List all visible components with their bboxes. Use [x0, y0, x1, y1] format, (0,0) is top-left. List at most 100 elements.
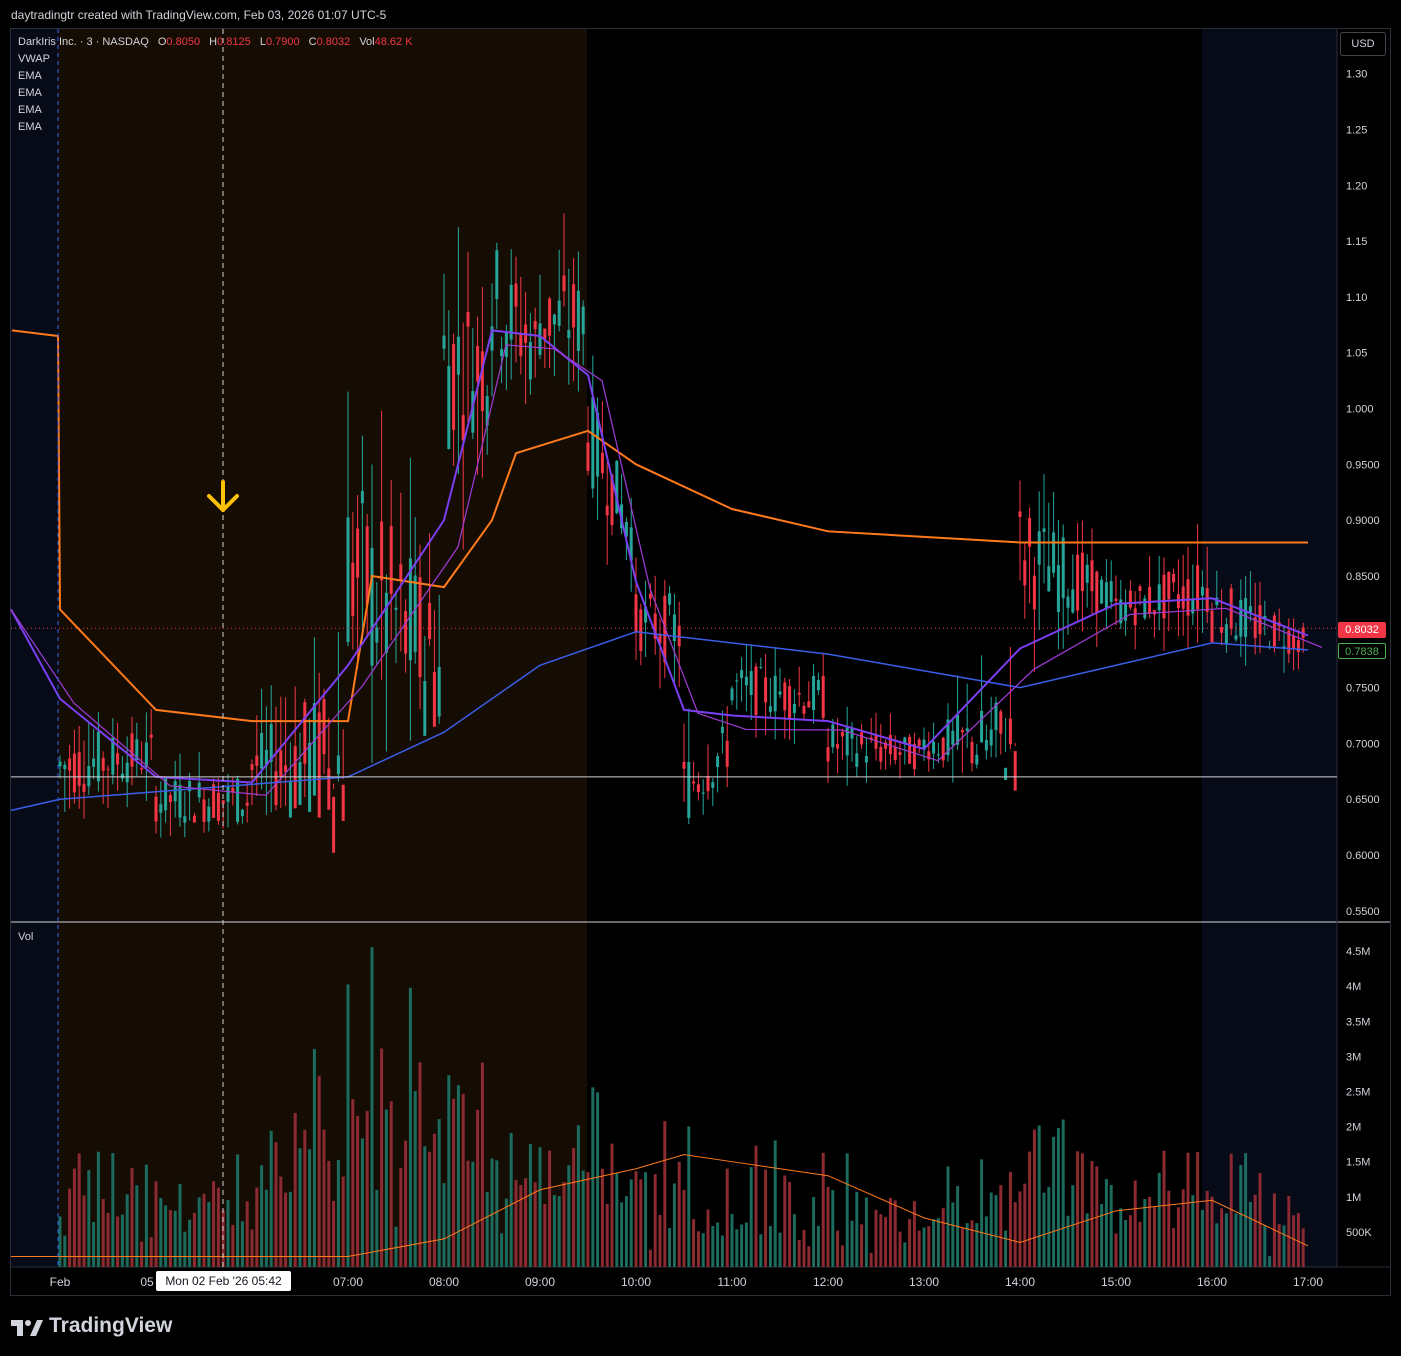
volume-bar — [356, 1115, 360, 1267]
candle-body — [140, 768, 144, 770]
volume-bar — [96, 1151, 100, 1267]
volume-bar — [1191, 1195, 1195, 1267]
volume-bar — [860, 1224, 864, 1267]
candle-body — [389, 525, 393, 594]
volume-bar — [1004, 1230, 1008, 1267]
volume-bar — [764, 1169, 768, 1267]
open-value: 0.8050 — [166, 36, 201, 48]
candle-body — [716, 756, 720, 767]
candle-body — [173, 781, 177, 802]
volume-bar — [236, 1154, 240, 1267]
price-tick-label: 1.25 — [1346, 124, 1367, 136]
volume-bar — [432, 1133, 436, 1267]
volume-bar — [178, 1183, 182, 1267]
volume-bar — [975, 1223, 979, 1267]
volume-bar — [1119, 1208, 1123, 1267]
volume-bar — [1152, 1206, 1156, 1267]
volume-bar — [255, 1187, 259, 1267]
symbol-label[interactable]: DarkIris Inc. · 3 · NASDAQ — [18, 36, 149, 48]
volume-tick-label: 4M — [1346, 981, 1361, 993]
price-tick-label: 1.20 — [1346, 180, 1367, 192]
indicator-vwap[interactable]: VWAP — [18, 51, 413, 68]
volume-bar — [384, 1109, 388, 1267]
volume-bar — [250, 1229, 254, 1267]
currency-button[interactable]: USD — [1340, 32, 1386, 56]
candle-body — [332, 796, 336, 853]
volume-bar — [471, 1161, 475, 1267]
candle-body — [783, 682, 787, 711]
close-label: C — [308, 36, 317, 48]
candle-body — [1181, 586, 1185, 609]
candle-body — [802, 705, 806, 714]
volume-bar — [941, 1208, 945, 1267]
candle-body — [245, 802, 249, 806]
candle-body — [312, 703, 316, 796]
candle-body — [346, 517, 350, 642]
volume-bar — [557, 1196, 561, 1267]
candle-body — [1239, 600, 1243, 637]
candle-body — [812, 675, 816, 711]
candle-body — [1042, 528, 1046, 532]
price-chart[interactable]: 1.30 1.25 1.20 1.15 1.10 1.05 1.000 0.9500 0.900… — [0, 0, 1401, 1356]
time-tick-label: 10:00 — [621, 1275, 651, 1289]
volume-bar — [144, 1164, 148, 1267]
volume-bar — [1037, 1125, 1041, 1267]
candle-body — [356, 528, 360, 578]
candle-body — [197, 782, 201, 798]
candle-body — [1047, 566, 1051, 592]
time-tick-label: 14:00 — [1005, 1275, 1035, 1289]
volume-bar — [140, 1241, 144, 1267]
candle-body — [322, 699, 326, 755]
candle-body — [874, 735, 878, 749]
volume-bar — [461, 1093, 465, 1267]
indicator-ema-3[interactable]: EMA — [18, 102, 413, 119]
volume-bar — [1215, 1223, 1219, 1267]
candle-body — [341, 784, 345, 821]
volume-bar — [879, 1214, 883, 1267]
candle-body — [754, 666, 758, 716]
volume-bar — [720, 1235, 724, 1267]
candle-body — [1071, 589, 1075, 613]
volume-bar — [212, 1181, 216, 1267]
volume-bar — [1032, 1129, 1036, 1267]
volume-bar — [850, 1220, 854, 1267]
indicator-ema-2[interactable]: EMA — [18, 85, 413, 102]
volume-bar — [994, 1195, 998, 1267]
volume-bar — [495, 1160, 499, 1267]
candle-body — [418, 577, 422, 678]
price-tick-label: 0.6000 — [1346, 850, 1380, 862]
volume-bar — [480, 1062, 484, 1267]
volume-bar — [840, 1245, 844, 1267]
candle-body — [82, 783, 86, 792]
candle-body — [1052, 532, 1056, 573]
volume-bar — [288, 1191, 292, 1267]
volume-bar — [586, 1172, 590, 1267]
volume-bar — [1066, 1215, 1070, 1267]
volume-bar — [610, 1143, 614, 1267]
candle-body — [384, 592, 388, 653]
volume-tick-label: 1M — [1346, 1192, 1361, 1204]
volume-bar — [903, 1242, 907, 1267]
volume-bar — [864, 1197, 868, 1267]
volume-bar — [351, 1099, 355, 1267]
volume-bar — [1244, 1153, 1248, 1267]
candle-body — [399, 564, 403, 581]
volume-bar — [908, 1219, 912, 1267]
volume-bar — [327, 1160, 331, 1267]
candle-body — [821, 675, 825, 718]
volume-bar — [1042, 1192, 1046, 1267]
volume-bar — [504, 1198, 508, 1267]
volume-bar — [485, 1192, 489, 1267]
indicator-ema-4[interactable]: EMA — [18, 119, 413, 136]
volume-bar — [1224, 1213, 1228, 1267]
candle-body — [154, 796, 158, 822]
candle-body — [428, 602, 432, 640]
volume-bar — [336, 1159, 340, 1267]
time-tick-label: 11:00 — [717, 1275, 746, 1289]
volume-bar — [284, 1192, 288, 1267]
volume-pane-label[interactable]: Vol — [18, 931, 33, 943]
price-tick-label: 1.15 — [1346, 236, 1367, 248]
volume-bar — [308, 1149, 312, 1267]
indicator-ema-1[interactable]: EMA — [18, 68, 413, 85]
volume-bar — [1277, 1224, 1281, 1267]
